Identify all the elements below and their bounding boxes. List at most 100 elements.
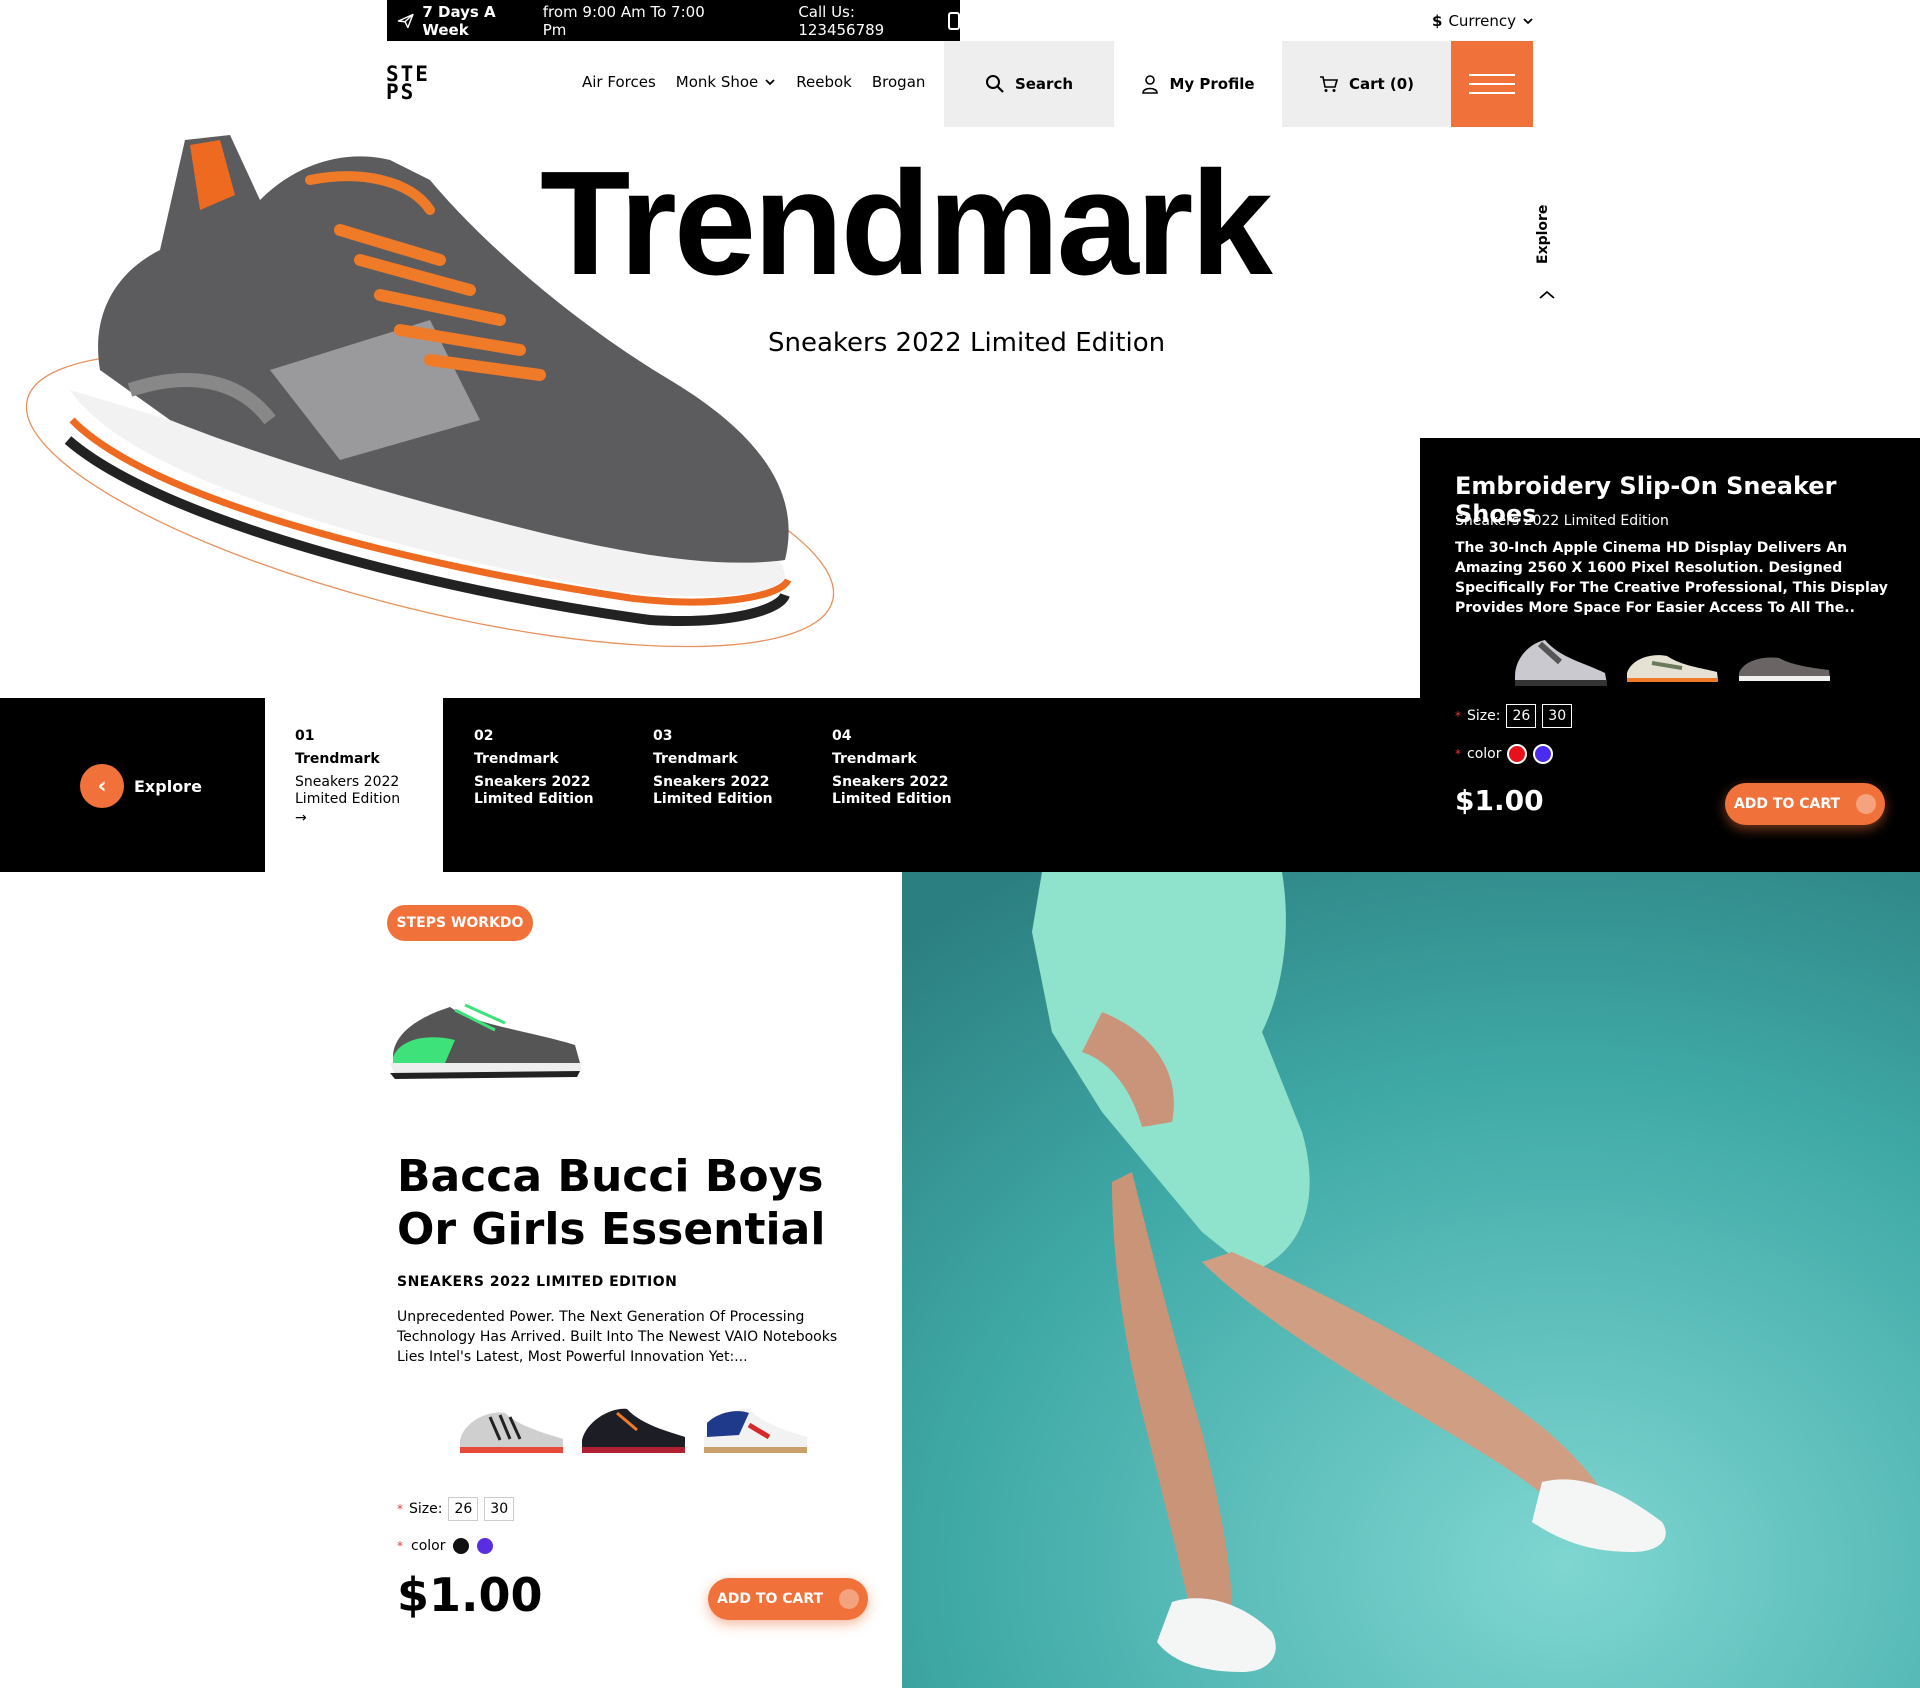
nav-label: Air Forces	[582, 73, 656, 91]
color-swatch-blue[interactable]	[1533, 744, 1554, 764]
add-to-cart-label: ADD TO CART	[716, 1591, 824, 1607]
slide-title: Trendmark	[832, 751, 917, 767]
search-button[interactable]: Search	[944, 41, 1114, 127]
color-swatch-black[interactable]	[453, 1538, 470, 1554]
currency-symbol: $	[1432, 12, 1443, 30]
currency-label: Currency	[1448, 12, 1517, 30]
product-subtitle: SNEAKERS 2022 LIMITED EDITION	[397, 1274, 678, 1290]
size-option[interactable]: 30	[1542, 704, 1573, 728]
shoe-thumbnail[interactable]	[455, 1395, 567, 1459]
chevron-up-icon[interactable]	[1535, 283, 1559, 307]
product-thumbnails	[1510, 628, 1834, 692]
slide-text: Sneakers 2022 Limited Edition	[474, 774, 594, 807]
search-label: Search	[1014, 75, 1074, 93]
slide-number: 01	[295, 728, 315, 744]
explore-vertical-link[interactable]: Explore	[1535, 204, 1551, 264]
top-info-bar: 7 Days A Week from 9:00 Am To 7:00 Pm Ca…	[387, 0, 961, 41]
slide-number: 03	[653, 728, 673, 744]
slide-tab-2[interactable]: 02 Trendmark Sneakers 2022 Limited Editi…	[474, 728, 624, 808]
hero-subtitle: Sneakers 2022 Limited Edition	[768, 328, 1166, 358]
cart-icon	[1856, 794, 1877, 814]
phone-icon	[948, 11, 961, 30]
explore-label: Explore	[134, 776, 202, 796]
slide-text: Sneakers 2022 Limited Edition	[295, 774, 401, 807]
call-us-text[interactable]: Call Us: 123456789	[798, 3, 940, 39]
color-swatch-purple[interactable]	[477, 1538, 494, 1554]
size-selector: * Size: 26 30	[1455, 704, 1573, 728]
search-icon	[985, 75, 1004, 93]
color-selector: * color	[1455, 744, 1554, 764]
shoe-thumbnail[interactable]	[577, 1395, 689, 1459]
featured-product-panel: Embroidery Slip-On Sneaker Shoes Sneaker…	[1420, 438, 1920, 872]
nav-item-reebok[interactable]: Reebok	[796, 73, 852, 91]
shoe-thumbnail[interactable]	[1622, 628, 1722, 692]
color-label: color	[411, 1538, 446, 1554]
slide-tab-3[interactable]: 03 Trendmark Sneakers 2022 Limited Editi…	[653, 728, 803, 808]
main-nav: Air Forces Monk Shoe Reebok Brogan	[582, 73, 925, 91]
product-description: Unprecedented Power. The Next Generation…	[397, 1309, 838, 1365]
chevron-left-icon: ‹	[80, 764, 124, 808]
size-option[interactable]: 26	[1506, 704, 1537, 728]
my-profile-button[interactable]: My Profile	[1114, 41, 1282, 127]
size-label: Size:	[409, 1501, 443, 1517]
green-sneaker-image	[390, 1003, 582, 1079]
chevron-down-icon	[765, 79, 775, 86]
hero-title: Trendmark	[540, 141, 1273, 306]
nav-label: Brogan	[871, 73, 926, 91]
add-to-cart-button[interactable]: ADD TO CART	[708, 1578, 868, 1620]
product-price: $1.00	[397, 1568, 543, 1622]
nav-label: Monk Shoe	[675, 73, 759, 91]
site-logo[interactable]: STE PS	[386, 64, 446, 103]
user-icon	[1142, 75, 1159, 94]
slide-title: Trendmark	[653, 751, 738, 767]
slide-number: 04	[832, 728, 852, 744]
size-option[interactable]: 26	[448, 1497, 479, 1521]
cart-button[interactable]: Cart (0)	[1282, 41, 1451, 127]
required-star: *	[397, 1502, 403, 1516]
required-star: *	[1455, 747, 1461, 761]
paper-plane-icon	[397, 13, 414, 28]
color-swatch-red[interactable]	[1507, 744, 1528, 764]
nav-item-brogan[interactable]: Brogan	[872, 73, 926, 91]
slide-text: Sneakers 2022 Limited Edition	[832, 774, 952, 807]
currency-selector[interactable]: $ Currency	[1432, 12, 1534, 30]
required-star: *	[397, 1539, 403, 1553]
size-label: Size:	[1467, 708, 1501, 724]
cart-icon	[1319, 76, 1339, 92]
shoe-thumbnail[interactable]	[1734, 628, 1834, 692]
nav-item-monk-shoe[interactable]: Monk Shoe	[676, 73, 777, 91]
color-label: color	[1467, 746, 1502, 762]
slide-number: 02	[474, 728, 494, 744]
size-selector: * Size: 26 30	[397, 1497, 515, 1521]
product-subtitle: Sneakers 2022 Limited Edition	[1455, 513, 1669, 529]
chevron-down-icon	[1523, 18, 1533, 25]
nav-label: Reebok	[796, 73, 852, 91]
brand-badge: STEPS WORKDO	[387, 905, 533, 941]
cart-label: Cart (0)	[1348, 75, 1415, 93]
menu-line	[1469, 74, 1515, 76]
arrow-right-icon: →	[295, 810, 307, 826]
product-title[interactable]: Bacca Bucci Boys Or Girls Essential	[397, 1150, 877, 1256]
days-text: 7 Days A Week	[422, 2, 496, 39]
add-to-cart-label: ADD TO CART	[1733, 796, 1841, 812]
slide-tab-4[interactable]: 04 Trendmark Sneakers 2022 Limited Editi…	[832, 728, 982, 808]
slide-title: Trendmark	[474, 751, 559, 767]
size-option[interactable]: 30	[484, 1497, 515, 1521]
required-star: *	[1455, 709, 1461, 723]
menu-line	[1469, 92, 1515, 94]
athlete-lifestyle-photo	[902, 872, 1920, 1688]
explore-button[interactable]: ‹ Explore	[80, 764, 202, 808]
slide-tab-1[interactable]: 01 Trendmark Sneakers 2022 Limited Editi…	[295, 728, 445, 827]
nav-item-air-forces[interactable]: Air Forces	[582, 73, 656, 91]
hamburger-menu-button[interactable]	[1451, 41, 1533, 127]
slide-title: Trendmark	[295, 751, 380, 767]
product-price: $1.00	[1455, 784, 1544, 817]
cart-icon	[839, 1589, 860, 1609]
product-description: The 30-Inch Apple Cinema HD Display Deli…	[1455, 540, 1888, 616]
profile-label: My Profile	[1169, 75, 1255, 93]
add-to-cart-button[interactable]: ADD TO CART	[1725, 783, 1885, 825]
hours-text: from 9:00 Am To 7:00 Pm	[542, 2, 705, 39]
shoe-thumbnail[interactable]	[1510, 628, 1610, 692]
color-selector: * color	[397, 1538, 494, 1554]
shoe-thumbnail[interactable]	[699, 1395, 811, 1459]
